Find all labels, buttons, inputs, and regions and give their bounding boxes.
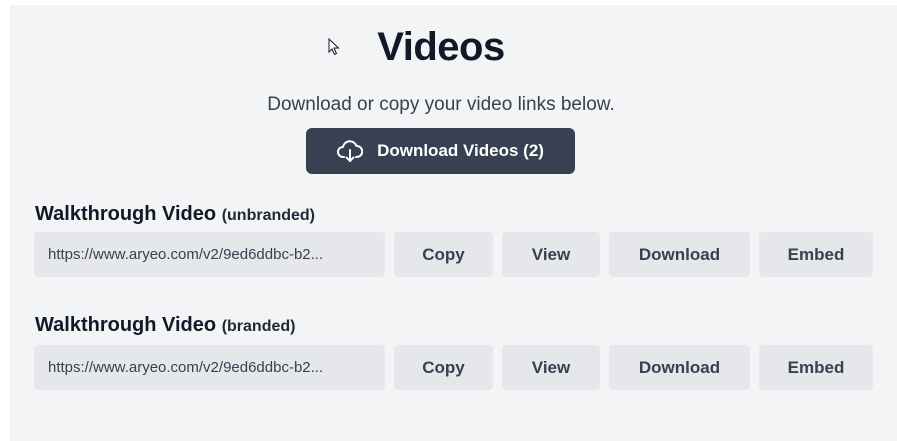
page-subtitle: Download or copy your video links below. bbox=[267, 94, 615, 115]
download-button[interactable]: Download bbox=[609, 345, 750, 390]
copy-button[interactable]: Copy bbox=[394, 232, 493, 277]
embed-button[interactable]: Embed bbox=[759, 232, 873, 277]
video-url-field[interactable]: https://www.aryeo.com/v2/9ed6ddbc-b2... bbox=[34, 232, 385, 277]
video-section-title: Walkthrough Video (branded) bbox=[35, 314, 295, 337]
video-url-field[interactable]: https://www.aryeo.com/v2/9ed6ddbc-b2... bbox=[34, 345, 385, 390]
embed-button[interactable]: Embed bbox=[759, 345, 873, 390]
video-title: Walkthrough Video bbox=[35, 314, 217, 336]
download-button[interactable]: Download bbox=[609, 232, 750, 277]
download-videos-label: Download Videos (2) bbox=[377, 141, 544, 160]
view-button[interactable]: View bbox=[502, 232, 600, 277]
video-variant: (branded) bbox=[221, 318, 296, 335]
video-section-title: Walkthrough Video (unbranded) bbox=[35, 203, 315, 226]
download-videos-button[interactable]: Download Videos (2) bbox=[306, 128, 575, 174]
video-link-row: https://www.aryeo.com/v2/9ed6ddbc-b2... … bbox=[34, 345, 873, 390]
copy-button[interactable]: Copy bbox=[394, 345, 493, 390]
video-variant: (unbranded) bbox=[221, 207, 316, 224]
cloud-download-icon bbox=[337, 140, 364, 162]
view-button[interactable]: View bbox=[502, 345, 600, 390]
video-title: Walkthrough Video bbox=[35, 203, 217, 225]
video-link-row: https://www.aryeo.com/v2/9ed6ddbc-b2... … bbox=[34, 232, 873, 277]
page-title: Videos bbox=[377, 25, 505, 69]
